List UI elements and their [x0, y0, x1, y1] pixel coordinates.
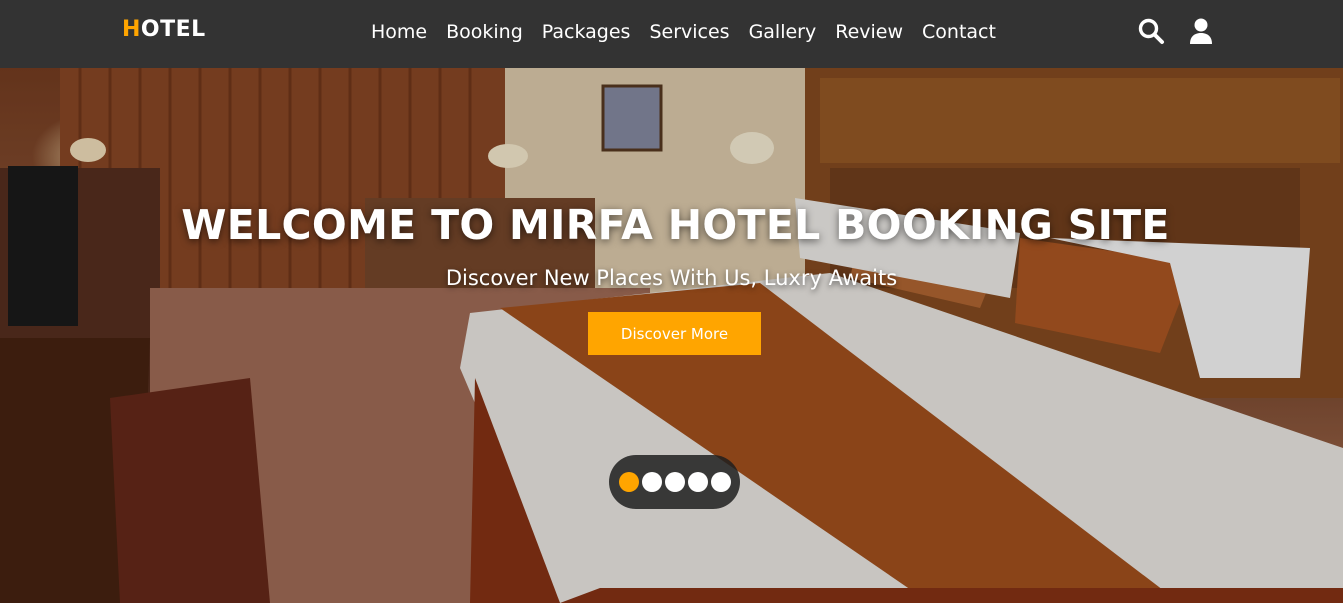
nav-home[interactable]: Home	[371, 19, 427, 45]
site-header: HOTEL Home Booking Packages Services Gal…	[0, 0, 1343, 68]
nav-booking[interactable]: Booking	[446, 19, 523, 45]
user-icon[interactable]	[1187, 17, 1215, 45]
slide-dot-4[interactable]	[688, 472, 708, 492]
discover-more-button[interactable]: Discover More	[588, 312, 761, 355]
slider-pagination	[609, 455, 740, 509]
nav-services[interactable]: Services	[649, 19, 729, 45]
slide-dot-2[interactable]	[642, 472, 662, 492]
hero-banner: WELCOME TO MIRFA HOTEL BOOKING SITE Disc…	[0, 68, 1343, 603]
main-nav: Home Booking Packages Services Gallery R…	[371, 19, 996, 45]
nav-contact[interactable]: Contact	[922, 19, 996, 45]
slide-dot-5[interactable]	[711, 472, 731, 492]
hero-subtitle: Discover New Places With Us, Luxry Await…	[445, 266, 898, 290]
search-icon[interactable]	[1137, 17, 1165, 45]
hero-title: WELCOME TO MIRFA HOTEL BOOKING SITE	[181, 201, 1170, 249]
nav-review[interactable]: Review	[835, 19, 903, 45]
logo-text: OTEL	[140, 17, 206, 42]
slide-dot-1[interactable]	[619, 472, 639, 492]
nav-packages[interactable]: Packages	[542, 19, 631, 45]
slide-dot-3[interactable]	[665, 472, 685, 492]
header-actions	[1137, 17, 1215, 45]
nav-gallery[interactable]: Gallery	[749, 19, 817, 45]
logo[interactable]: HOTEL	[122, 17, 206, 42]
logo-accent-letter: H	[122, 17, 141, 42]
